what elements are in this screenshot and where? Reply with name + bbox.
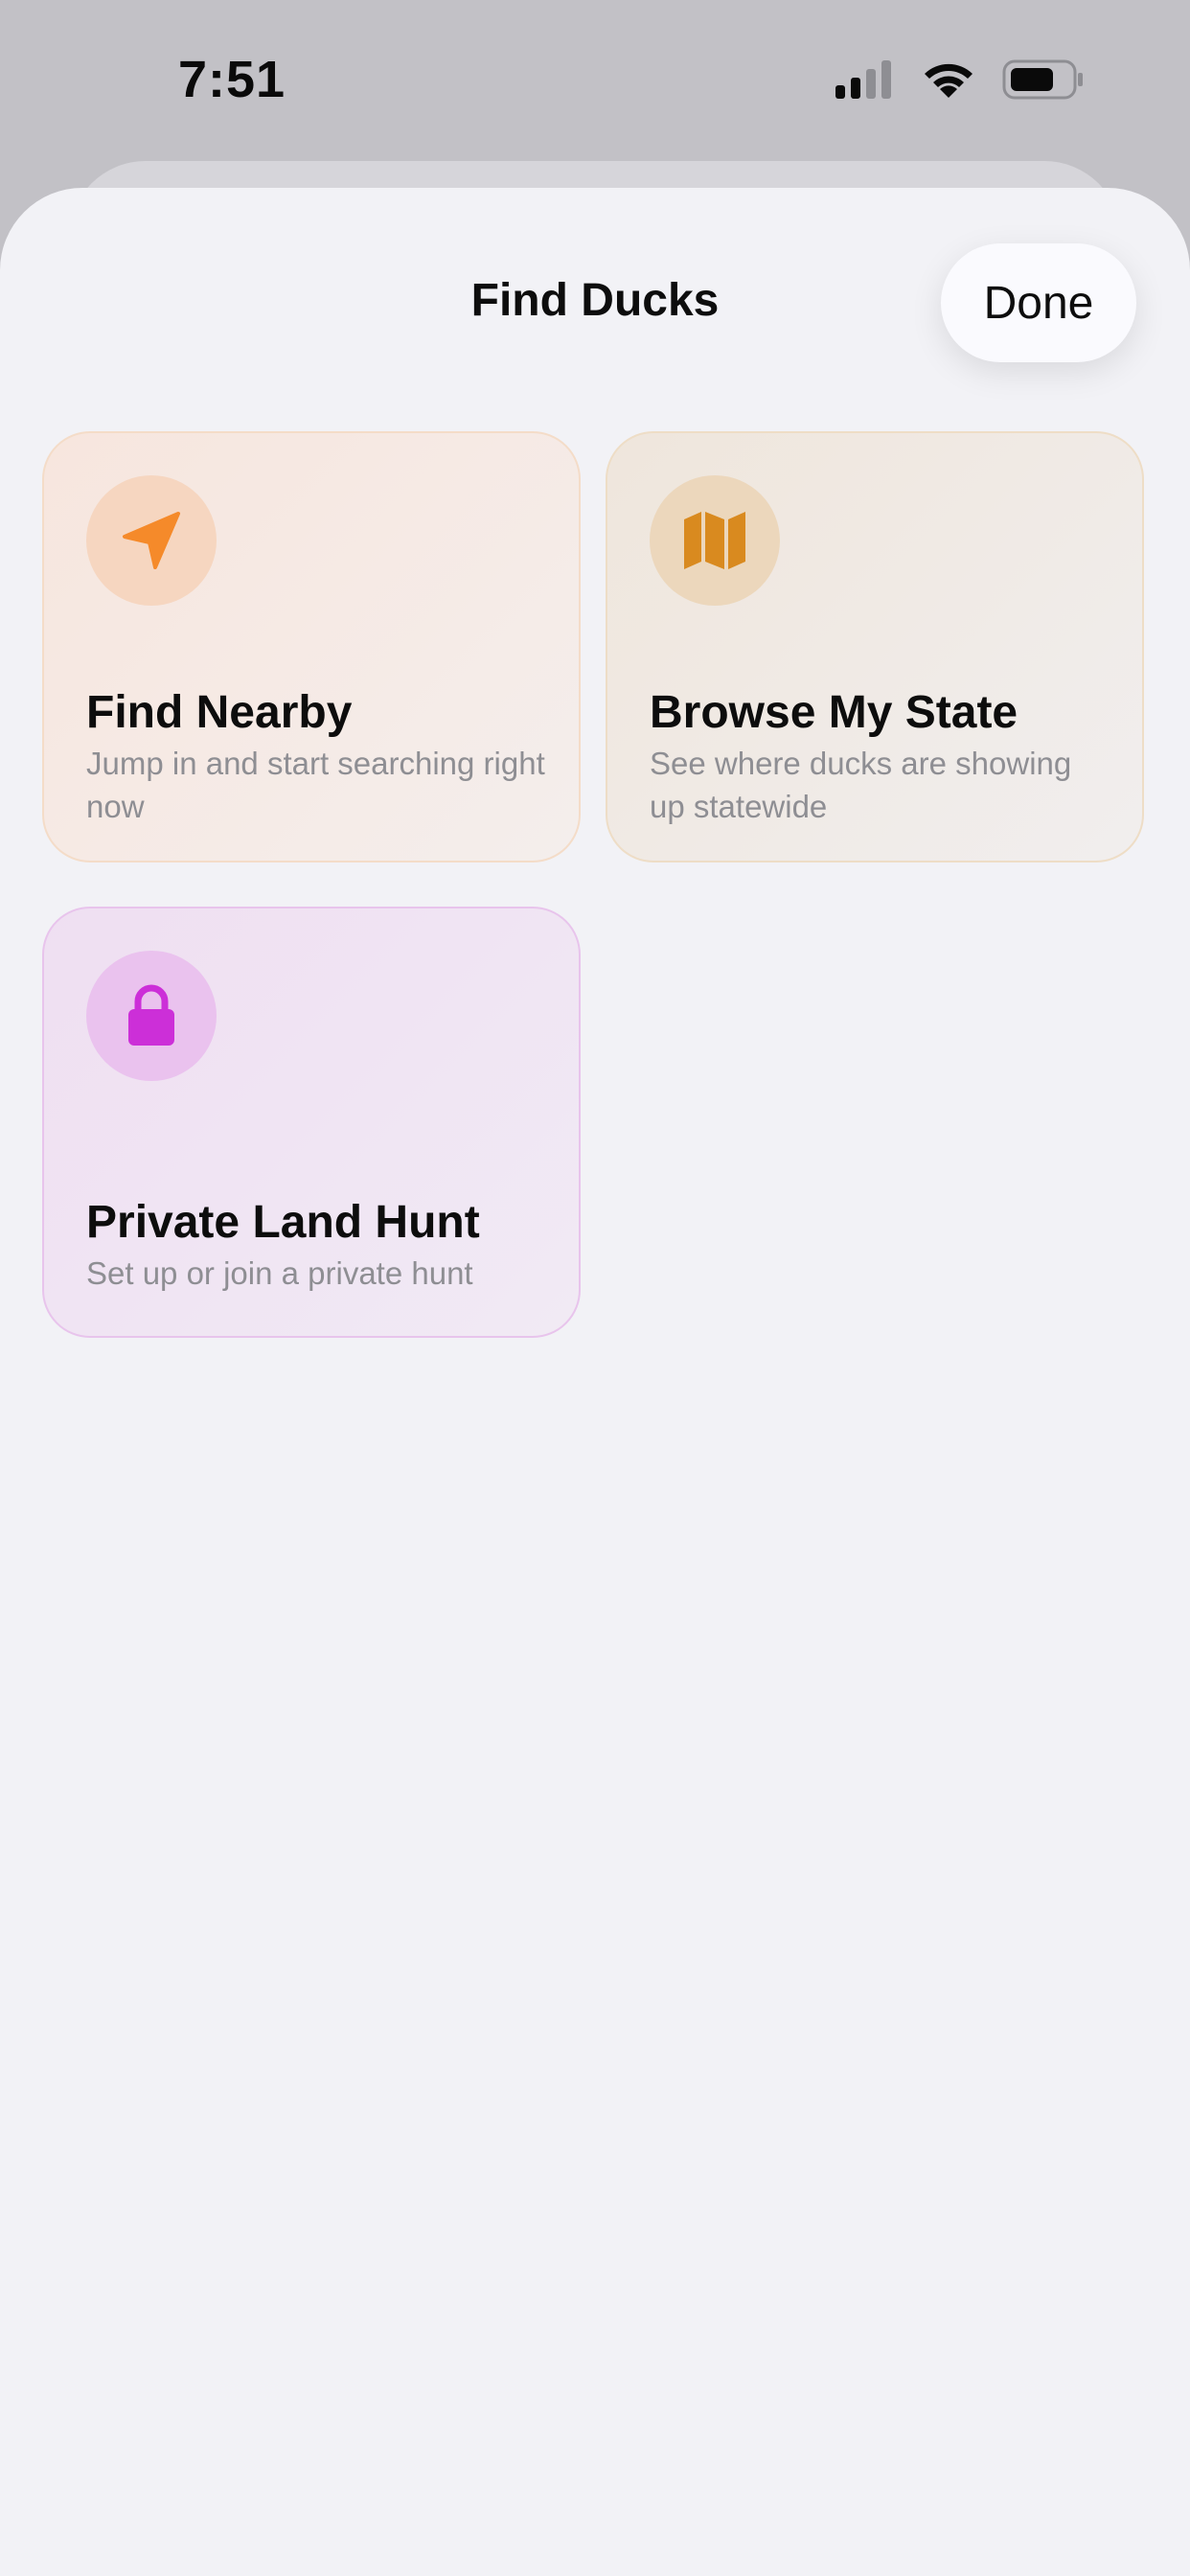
- card-subtitle: Set up or join a private hunt: [86, 1255, 473, 1291]
- find-ducks-sheet: Find Ducks Done Find Nearby Jump in and …: [0, 188, 1190, 2576]
- map-icon: [650, 475, 780, 606]
- card-title: Browse My State: [650, 687, 1018, 738]
- lock-icon: [86, 951, 217, 1081]
- private-land-hunt-card[interactable]: Private Land Hunt Set up or join a priva…: [42, 907, 581, 1338]
- done-button[interactable]: Done: [941, 243, 1136, 362]
- status-bar: 7:51: [0, 0, 1190, 163]
- status-time: 7:51: [178, 51, 286, 108]
- status-icons: [835, 59, 1085, 104]
- find-nearby-card[interactable]: Find Nearby Jump in and start searching …: [42, 431, 581, 862]
- cellular-signal-icon: [835, 60, 895, 104]
- browse-my-state-card[interactable]: Browse My State See where ducks are show…: [606, 431, 1144, 862]
- location-arrow-icon: [86, 475, 217, 606]
- card-subtitle: Jump in and start searching right now: [86, 746, 545, 824]
- card-title: Find Nearby: [86, 687, 353, 738]
- card-title: Private Land Hunt: [86, 1197, 480, 1248]
- wifi-icon: [922, 59, 975, 104]
- card-subtitle: See where ducks are showing up statewide: [650, 746, 1072, 824]
- battery-icon: [1002, 59, 1085, 104]
